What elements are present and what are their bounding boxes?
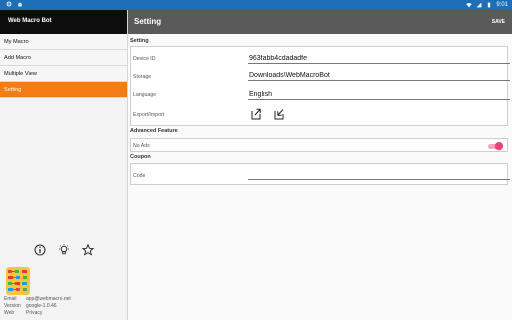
coupon-code-field[interactable] [248,169,510,180]
web-key: Web [4,310,15,317]
storage-label: Storage [133,74,152,80]
sidebar: Web Macro Bot My Macro Add Macro Multipl… [0,10,128,320]
storage-field[interactable] [248,70,510,81]
lightbulb-icon[interactable] [58,244,70,256]
language-field[interactable] [248,89,510,100]
sidebar-app-title: Web Macro Bot [0,10,127,34]
section-title-setting: Setting [130,38,149,44]
import-icon[interactable] [272,107,286,121]
email-key: Email [4,296,17,302]
code-label: Code [133,173,146,179]
section-title-coupon: Coupon [130,154,151,160]
page-title: Setting [134,17,162,26]
settings-card: Device ID Storage Language Export/Import [130,46,510,126]
sidebar-item-my-macro[interactable]: My Macro [0,34,127,50]
info-icon[interactable] [34,244,46,256]
status-bar: 9:01 [0,0,512,10]
android-icon [18,2,22,7]
app-bar: Setting SAVE [128,10,512,34]
app-info: Email app@webmacro.net Version google-1.0.… [4,296,71,318]
battery-icon [488,2,491,8]
export-icon[interactable] [249,107,263,121]
language-label: Language [133,92,157,98]
settings-gear-icon [6,1,12,7]
settings-content: Setting Device ID Storage Language Expor… [128,34,512,320]
wifi-icon [466,3,473,8]
status-time: 9:01 [496,2,508,8]
privacy-link[interactable]: Privacy [26,310,42,317]
save-button[interactable]: SAVE [492,19,505,25]
export-import-label: Export/Import [133,112,165,118]
sidebar-item-multiple-view[interactable]: Multiple View [0,66,127,82]
device-id-label: Device ID [133,56,156,62]
no-ads-toggle[interactable] [488,142,503,150]
app-logo [6,267,30,295]
version-value: google-1.0.46 [26,303,57,310]
sidebar-icon-row [34,244,94,256]
sidebar-item-add-macro[interactable]: Add Macro [0,50,127,66]
sidebar-item-setting[interactable]: Setting [0,82,127,98]
toggle-thumb [495,142,503,150]
email-value[interactable]: app@webmacro.net [26,296,71,303]
coupon-card: Code [130,163,510,185]
no-ads-label: No Ads [133,143,150,149]
device-id-field[interactable] [248,53,510,64]
signal-icon [476,2,482,8]
advanced-card: No Ads [130,138,508,152]
section-title-advanced: Advanced Feature [130,128,178,134]
star-icon[interactable] [82,244,94,256]
version-key: Version [4,303,21,310]
